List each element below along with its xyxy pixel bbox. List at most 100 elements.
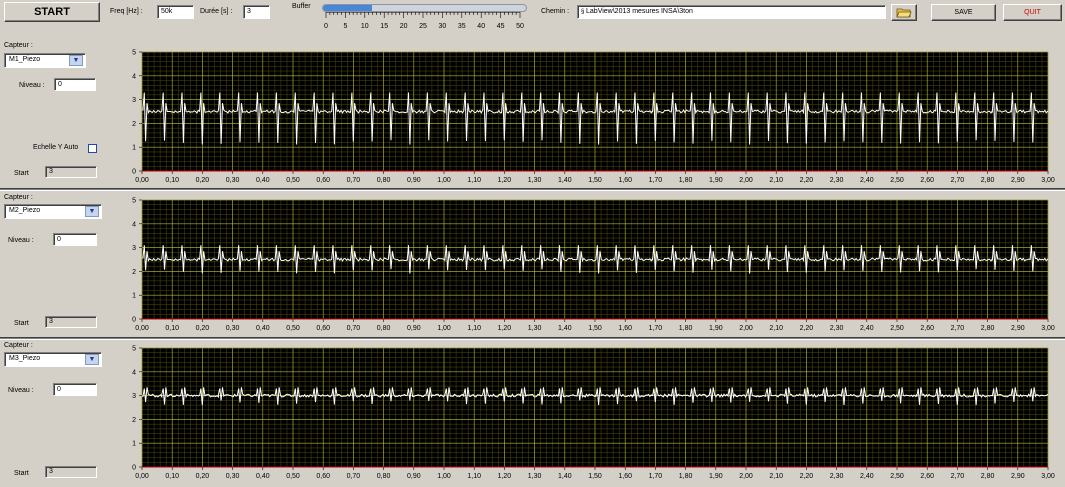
x-tick-label: 2,40 — [860, 177, 874, 184]
x-tick-label: 3,00 — [1041, 325, 1055, 332]
y-tick-label: 5 — [132, 50, 136, 57]
y-tick-label: 4 — [132, 73, 136, 80]
browse-folder-button[interactable] — [891, 4, 917, 21]
x-tick-label: 1,30 — [528, 473, 542, 480]
x-tick-label: 1,80 — [679, 473, 693, 480]
capteur-value: M2_Piezo — [9, 207, 41, 214]
duree-input[interactable]: 3 — [243, 5, 270, 19]
buffer-tick-label: 0 — [324, 23, 328, 30]
capteur-select[interactable]: M3_Piezo ▼ — [4, 352, 102, 367]
buffer-tick-label: 40 — [477, 23, 485, 30]
start-field: 3 — [45, 316, 97, 328]
x-tick-label: 1,50 — [588, 177, 602, 184]
x-tick-label: 0,50 — [286, 325, 300, 332]
x-tick-label: 0,20 — [196, 473, 210, 480]
y-tick-label: 0 — [132, 465, 136, 472]
x-tick-label: 2,10 — [769, 473, 783, 480]
niveau-input[interactable]: 0 — [53, 233, 97, 246]
x-tick-label: 0,60 — [316, 177, 330, 184]
x-tick-label: 0,40 — [256, 177, 270, 184]
x-tick-label: 1,60 — [618, 473, 632, 480]
x-tick-label: 1,30 — [528, 325, 542, 332]
x-tick-label: 2,50 — [890, 473, 904, 480]
x-tick-label: 1,20 — [498, 177, 512, 184]
niveau-label: Niveau : — [8, 387, 34, 394]
x-tick-label: 1,10 — [467, 473, 481, 480]
x-tick-label: 2,00 — [739, 177, 753, 184]
x-tick-label: 0,00 — [135, 177, 149, 184]
chevron-down-icon[interactable]: ▼ — [85, 206, 99, 217]
x-tick-label: 2,80 — [981, 473, 995, 480]
y-tick-label: 2 — [132, 417, 136, 424]
x-tick-label: 0,80 — [377, 177, 391, 184]
x-tick-label: 1,20 — [498, 473, 512, 480]
x-tick-label: 1,10 — [467, 325, 481, 332]
x-tick-label: 0,70 — [347, 177, 361, 184]
quit-button[interactable]: QUIT — [1003, 4, 1062, 21]
start-field: 3 — [45, 466, 97, 478]
freq-input[interactable]: 50k — [157, 5, 194, 19]
capteur-select[interactable]: M2_Piezo ▼ — [4, 204, 102, 219]
folder-open-icon — [896, 8, 912, 18]
chevron-down-icon[interactable]: ▼ — [69, 55, 83, 66]
x-tick-label: 2,90 — [1011, 473, 1025, 480]
start-field: 3 — [45, 166, 97, 178]
chemin-value: LabView\2013 mesures INSA\3ton — [586, 8, 693, 15]
capteur-value: M3_Piezo — [9, 355, 41, 362]
chemin-label: Chemin : — [541, 8, 570, 15]
sensor-panel-3: Capteur : M3_Piezo ▼ Niveau : 0 Start 3 … — [0, 340, 1065, 487]
capteur-label: Capteur : — [4, 194, 33, 201]
y-tick-label: 2 — [132, 121, 136, 128]
y-tick-label: 5 — [132, 198, 136, 205]
capteur-label: Capteur : — [4, 42, 33, 49]
x-tick-label: 0,60 — [316, 325, 330, 332]
niveau-label: Niveau : — [19, 82, 45, 89]
y-tick-label: 5 — [132, 346, 136, 353]
x-tick-label: 1,60 — [618, 177, 632, 184]
chemin-input[interactable]: § LabView\2013 mesures INSA\3ton — [577, 5, 886, 19]
echelle-y-auto-label: Echelle Y Auto — [33, 144, 79, 151]
buffer-progress-bar — [322, 4, 527, 12]
buffer-tick-label: 10 — [361, 23, 369, 30]
x-tick-label: 1,00 — [437, 177, 451, 184]
x-tick-label: 0,90 — [407, 177, 421, 184]
x-tick-label: 2,60 — [920, 325, 934, 332]
chevron-down-icon[interactable]: ▼ — [85, 354, 99, 365]
buffer-scale: 0 5 10 15 20 25 30 35 40 45 50 — [324, 12, 524, 30]
y-tick-label: 1 — [132, 441, 136, 448]
x-tick-label: 1,90 — [709, 473, 723, 480]
x-tick-label: 0,90 — [407, 325, 421, 332]
x-tick-label: 0,80 — [377, 473, 391, 480]
x-tick-label: 0,40 — [256, 473, 270, 480]
start-button[interactable]: START — [4, 2, 100, 22]
y-tick-label: 1 — [132, 145, 136, 152]
x-tick-label: 3,00 — [1041, 473, 1055, 480]
x-tick-label: 1,50 — [588, 325, 602, 332]
save-button[interactable]: SAVE — [931, 4, 996, 21]
x-tick-label: 2,70 — [951, 325, 965, 332]
x-tick-label: 2,80 — [981, 325, 995, 332]
x-tick-label: 2,10 — [769, 325, 783, 332]
x-tick-label: 0,10 — [165, 177, 179, 184]
x-tick-label: 2,60 — [920, 473, 934, 480]
y-tick-label: 3 — [132, 393, 136, 400]
x-tick-label: 2,50 — [890, 177, 904, 184]
x-tick-label: 0,10 — [165, 325, 179, 332]
capteur-select[interactable]: M1_Piezo ▼ — [4, 53, 86, 68]
echelle-y-auto-checkbox[interactable] — [88, 144, 97, 153]
niveau-input[interactable]: 0 — [53, 383, 97, 396]
x-tick-label: 2,70 — [951, 177, 965, 184]
x-tick-label: 0,90 — [407, 473, 421, 480]
x-tick-label: 1,90 — [709, 177, 723, 184]
x-tick-label: 2,10 — [769, 177, 783, 184]
y-tick-label: 4 — [132, 369, 136, 376]
x-tick-label: 0,00 — [135, 325, 149, 332]
niveau-input[interactable]: 0 — [54, 78, 96, 91]
x-tick-label: 0,70 — [347, 473, 361, 480]
x-tick-label: 1,50 — [588, 473, 602, 480]
x-tick-label: 2,00 — [739, 473, 753, 480]
x-tick-label: 0,80 — [377, 325, 391, 332]
buffer-tick-label: 20 — [400, 23, 408, 30]
y-tick-label: 3 — [132, 97, 136, 104]
x-tick-label: 1,00 — [437, 325, 451, 332]
